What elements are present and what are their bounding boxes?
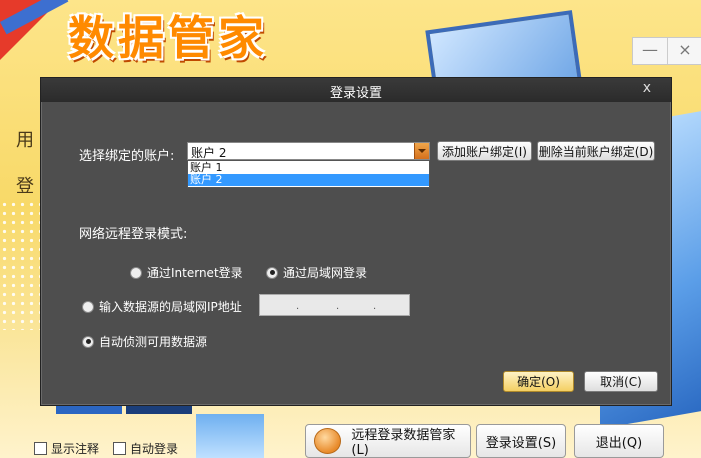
radio-label: 自动侦测可用数据源 [99, 335, 208, 349]
checkbox-box[interactable] [113, 442, 126, 455]
close-icon[interactable]: x [643, 80, 651, 96]
remote-login-button[interactable]: 远程登录数据管家(L) [305, 424, 471, 458]
background-side-text: 用 登 [16, 118, 34, 210]
account-option-selected[interactable]: 账户 2 [188, 174, 429, 186]
account-label: 选择绑定的账户: [79, 149, 175, 164]
account-dropdown-list: 账户 1 账户 2 [187, 160, 430, 188]
radio-label: 通过局域网登录 [283, 266, 368, 280]
minimize-button[interactable]: — [633, 38, 668, 64]
window-controls: — × [632, 37, 701, 65]
window-close-button[interactable]: × [668, 38, 701, 64]
cancel-button[interactable]: 取消(C) [584, 371, 658, 392]
checkbox-box[interactable] [34, 442, 47, 455]
ip-separator: . [296, 301, 300, 312]
show-notes-checkbox[interactable]: 显示注释 [34, 440, 99, 457]
account-option[interactable]: 账户 1 [188, 162, 429, 174]
decorative-block [196, 414, 264, 458]
ip-separator: . [373, 301, 377, 312]
radio-lan-login[interactable]: 通过局域网登录 [266, 264, 367, 281]
radio-internet-login[interactable]: 通过Internet登录 [130, 264, 243, 281]
radio-dot[interactable] [130, 266, 142, 279]
ip-separator: . [336, 301, 340, 312]
radio-dot-selected[interactable] [82, 335, 94, 348]
dialog-title: 登录设置 [329, 86, 382, 101]
users-icon [314, 428, 342, 454]
radio-dot[interactable] [82, 300, 94, 313]
side-text-1: 用 [16, 130, 34, 151]
dialog-titlebar[interactable]: 登录设置 x [41, 78, 671, 102]
chevron-down-icon[interactable] [414, 143, 429, 159]
remote-login-label: 远程登录数据管家(L) [351, 428, 456, 458]
ok-button[interactable]: 确定(O) [503, 371, 574, 392]
radio-auto-detect[interactable]: 自动侦测可用数据源 [82, 333, 207, 350]
radio-input-ip[interactable]: 输入数据源的局域网IP地址 [82, 298, 242, 315]
account-select-value: 账户 2 [191, 146, 227, 160]
remote-mode-label: 网络远程登录模式: [79, 227, 188, 242]
radio-dot-selected[interactable] [266, 266, 278, 279]
app-logo: 数据管家 [68, 11, 268, 65]
delete-binding-button[interactable]: 删除当前账户绑定(D) [537, 141, 655, 161]
radio-label: 输入数据源的局域网IP地址 [99, 300, 242, 314]
checkbox-label: 自动登录 [130, 442, 179, 456]
radio-label: 通过Internet登录 [147, 266, 243, 280]
login-settings-button[interactable]: 登录设置(S) [476, 424, 566, 458]
ip-address-input[interactable]: . . . [259, 294, 410, 316]
login-settings-dialog: 登录设置 x 选择绑定的账户: 账户 2 账户 1 账户 2 添加账户绑定(I)… [40, 77, 672, 406]
exit-button[interactable]: 退出(Q) [574, 424, 664, 458]
add-binding-button[interactable]: 添加账户绑定(I) [437, 141, 532, 161]
account-select[interactable]: 账户 2 [187, 142, 430, 160]
auto-login-checkbox[interactable]: 自动登录 [113, 440, 178, 457]
checkbox-label: 显示注释 [51, 442, 100, 456]
